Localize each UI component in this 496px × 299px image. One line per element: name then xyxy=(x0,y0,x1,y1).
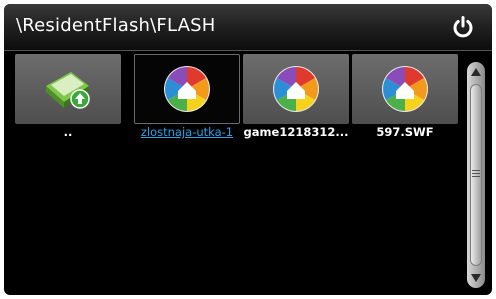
file-tile[interactable]: 597.SWF xyxy=(352,54,458,142)
file-tile[interactable]: zlostnaja-utka-1 xyxy=(134,54,240,142)
file-label: game1218312... xyxy=(243,125,349,139)
scroll-down-arrow-icon[interactable] xyxy=(471,274,481,282)
power-icon[interactable] xyxy=(450,14,476,40)
picasa-icon xyxy=(164,66,210,112)
scroll-grip-line xyxy=(472,173,480,174)
file-label: zlostnaja-utka-1 xyxy=(140,125,234,139)
scroll-grip-line xyxy=(472,176,480,177)
window-title: \ResidentFlash\FLASH xyxy=(16,15,216,36)
file-label: 597.SWF xyxy=(376,125,434,139)
scroll-up-arrow-icon[interactable] xyxy=(471,68,481,76)
file-grid: .. zlostnaja-utka-1 game1218312... 597.S… xyxy=(15,54,465,154)
file-tile[interactable]: game1218312... xyxy=(243,54,349,142)
file-tile-parent-folder[interactable]: .. xyxy=(15,54,121,142)
folder-up-icon xyxy=(46,72,90,109)
title-bar: \ResidentFlash\FLASH xyxy=(4,4,492,51)
picasa-icon xyxy=(382,66,428,112)
scroll-grip-line xyxy=(472,170,480,171)
file-browser-screen: \ResidentFlash\FLASH .. zlostnaja-utka-1… xyxy=(4,4,492,295)
scroll-thumb[interactable] xyxy=(470,84,482,266)
picasa-icon xyxy=(273,66,319,112)
vertical-scrollbar[interactable] xyxy=(467,62,485,288)
file-label: .. xyxy=(63,125,73,139)
